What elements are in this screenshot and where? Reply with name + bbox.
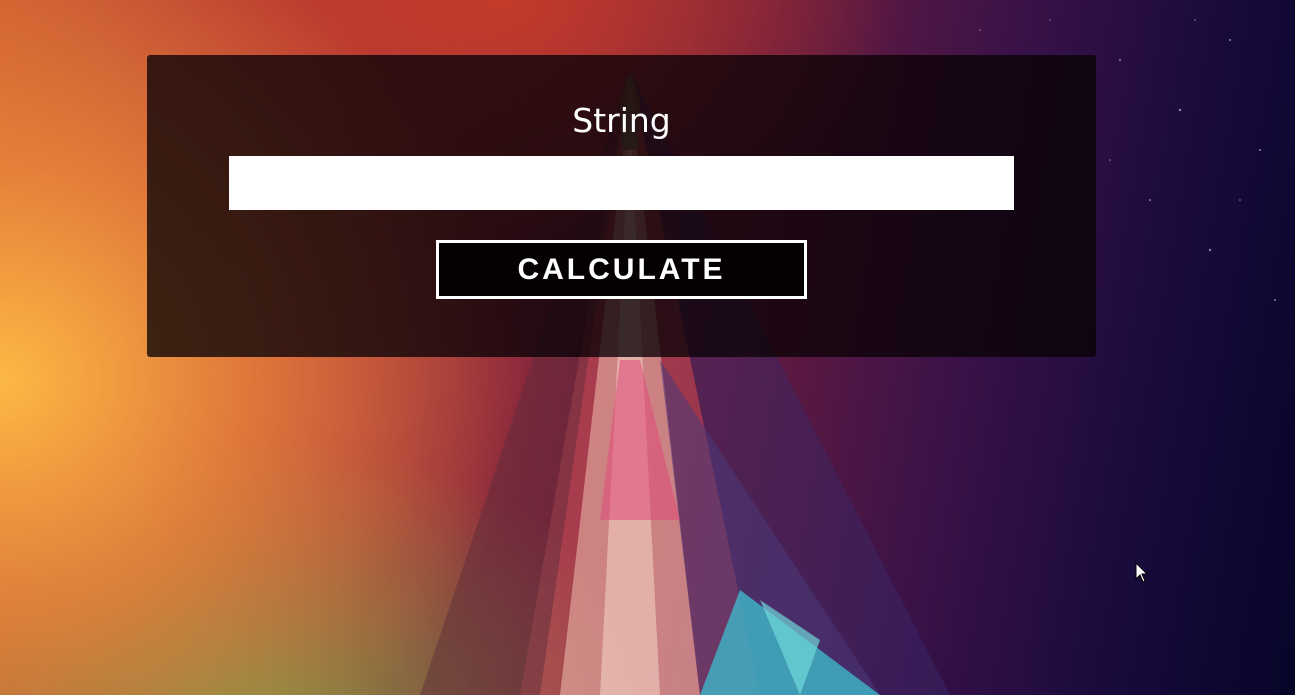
string-label: String xyxy=(572,101,671,140)
calculate-button[interactable]: CALCULATE xyxy=(436,240,807,299)
string-input[interactable] xyxy=(229,156,1014,210)
mouse-pointer-icon xyxy=(1135,561,1149,589)
